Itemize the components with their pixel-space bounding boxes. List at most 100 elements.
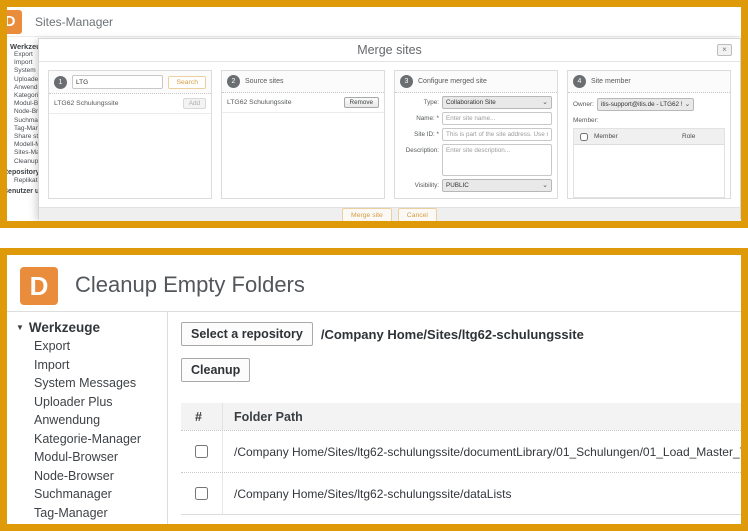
sidebar-item-uploader-plus[interactable]: Uploader Plus <box>7 393 167 412</box>
description-label: Description: <box>398 144 442 154</box>
sidebar-item-node-browser[interactable]: Node-Browser <box>7 467 167 486</box>
source-site-row: LTG62 Schulungssite Remove <box>222 93 384 113</box>
cleanup-main: Select a repository /Company Home/Sites/… <box>168 312 741 524</box>
search-result-label: LTG62 Schulungssite <box>54 100 118 107</box>
sites-manager-window: D Sites-Manager Werkzeuge Export Import … <box>0 0 748 228</box>
sites-manager-header: D Sites-Manager <box>7 7 741 37</box>
configure-site-panel: 3 Configure merged site Type: Collaborat… <box>394 70 558 199</box>
type-select-value: Collaboration Site <box>446 99 496 106</box>
cancel-button[interactable]: Cancel <box>398 208 437 221</box>
select-all-checkbox-cell <box>574 133 594 141</box>
sidebar-item-suchmanager[interactable]: Suchmanager <box>7 485 167 504</box>
repository-path: /Company Home/Sites/ltg62-schulungssite <box>321 327 584 342</box>
search-panel-header: 1 Search <box>49 71 211 94</box>
row-checkbox-cell <box>181 431 223 472</box>
visibility-select-value: PUBLIC <box>446 182 469 189</box>
dialog-footer: Merge site Cancel <box>39 207 740 221</box>
site-id-field-row: Site ID: * <box>398 128 552 141</box>
hash-column-header: # <box>181 403 223 430</box>
name-label: Name: * <box>398 112 442 122</box>
site-member-panel: 4 Site member Owner: itis-support@itis.d… <box>567 70 731 199</box>
page-title: Cleanup Empty Folders <box>75 272 305 298</box>
close-icon[interactable]: × <box>717 44 732 56</box>
select-repository-button[interactable]: Select a repository <box>181 322 313 346</box>
row-checkbox[interactable] <box>195 487 208 500</box>
site-id-label: Site ID: * <box>398 128 442 138</box>
configure-site-label: Configure merged site <box>418 78 487 85</box>
row-checkbox-cell <box>181 473 223 514</box>
folder-path-cell: /Company Home/Sites/ltg62-schulungssite/… <box>223 487 741 501</box>
member-table-body <box>574 145 724 197</box>
sidebar-item-kategorie-manager[interactable]: Kategorie-Manager <box>7 430 167 449</box>
dialog-title-bar: Merge sites × <box>39 39 740 62</box>
site-id-input[interactable] <box>442 128 552 141</box>
select-all-checkbox[interactable] <box>580 133 588 141</box>
cleanup-button[interactable]: Cleanup <box>181 358 250 382</box>
visibility-label: Visibility: <box>398 179 442 189</box>
member-list-label: Member: <box>573 117 725 124</box>
step-3-badge: 3 <box>400 75 413 88</box>
app-logo: D <box>7 10 22 34</box>
sidebar-item-modul-browser[interactable]: Modul-Browser <box>7 448 167 467</box>
owner-select[interactable]: itis-support@itis.de - LTG62 ! ⌄ <box>597 98 694 111</box>
merge-site-button[interactable]: Merge site <box>342 208 392 221</box>
owner-label: Owner: <box>573 101 594 108</box>
description-field-row: Description: <box>398 144 552 176</box>
chevron-down-icon: ⌄ <box>542 97 548 108</box>
add-button[interactable]: Add <box>183 98 206 109</box>
site-member-header: 4 Site member <box>568 71 730 93</box>
sidebar-item-export[interactable]: Export <box>7 337 167 356</box>
source-sites-label: Source sites <box>245 78 284 85</box>
site-name-input[interactable] <box>442 112 552 125</box>
folder-path-cell: /Company Home/Sites/ltg62-schulungssite/… <box>223 445 741 459</box>
page-title: Sites-Manager <box>35 15 113 29</box>
visibility-field-row: Visibility: PUBLIC ⌄ <box>398 179 552 192</box>
type-field-row: Type: Collaboration Site ⌄ <box>398 96 552 109</box>
configure-site-header: 3 Configure merged site <box>395 71 557 93</box>
site-search-input[interactable] <box>72 75 163 89</box>
search-result-row: LTG62 Schulungssite Add <box>49 94 211 114</box>
visibility-select[interactable]: PUBLIC ⌄ <box>442 179 552 192</box>
dialog-title: Merge sites <box>357 43 422 57</box>
sidebar-item-anwendung[interactable]: Anwendung <box>7 411 167 430</box>
cleanup-button-row: Cleanup <box>181 358 741 382</box>
role-column-header: Role <box>682 133 724 140</box>
site-description-input[interactable] <box>442 144 552 176</box>
remove-button[interactable]: Remove <box>344 97 379 108</box>
chevron-down-icon: ⌄ <box>684 99 690 110</box>
step-4-badge: 4 <box>573 75 586 88</box>
step-1-badge: 1 <box>54 76 67 89</box>
table-row: /Company Home/Sites/ltg62-schulungssite/… <box>181 472 741 514</box>
search-sites-panel: 1 Search LTG62 Schulungssite Add <box>48 70 212 199</box>
folder-table-header: # Folder Path <box>181 403 741 430</box>
owner-select-value: itis-support@itis.de - LTG62 ! <box>601 101 683 108</box>
sidebar-group-werkzeuge[interactable]: ▼ Werkzeuge <box>7 317 167 337</box>
source-site-label: LTG62 Schulungssite <box>227 99 291 106</box>
source-sites-panel: 2 Source sites LTG62 Schulungssite Remov… <box>221 70 385 199</box>
row-checkbox[interactable] <box>195 445 208 458</box>
collapse-arrow-icon: ▼ <box>16 323 24 332</box>
app-logo: D <box>20 267 58 305</box>
owner-field-row: Owner: itis-support@itis.de - LTG62 ! ⌄ <box>573 98 725 111</box>
sidebar-item-tag-manager[interactable]: Tag-Manager <box>7 504 167 523</box>
cleanup-empty-folders-window: D Cleanup Empty Folders ▼ Werkzeuge Expo… <box>0 248 748 531</box>
table-row: /Company Home/Sites/ltg62-schulungssite/… <box>181 430 741 472</box>
cleanup-header: D Cleanup Empty Folders <box>7 255 741 312</box>
type-label: Type: <box>398 96 442 106</box>
site-member-label: Site member <box>591 78 631 85</box>
sidebar-group-label: Werkzeuge <box>29 320 100 335</box>
member-table-header: Member Role <box>574 129 724 145</box>
repository-row: Select a repository /Company Home/Sites/… <box>181 322 741 346</box>
sidebar-item-system-messages[interactable]: System Messages <box>7 374 167 393</box>
tools-sidebar: ▼ Werkzeuge Export Import System Message… <box>7 312 168 524</box>
dialog-body: 1 Search LTG62 Schulungssite Add 2 Sourc… <box>39 62 740 207</box>
type-select[interactable]: Collaboration Site ⌄ <box>442 96 552 109</box>
chevron-down-icon: ⌄ <box>542 180 548 191</box>
name-field-row: Name: * <box>398 112 552 125</box>
search-button[interactable]: Search <box>168 76 206 89</box>
step-2-badge: 2 <box>227 75 240 88</box>
folder-table: # Folder Path /Company Home/Sites/ltg62-… <box>181 403 741 515</box>
member-column-header: Member <box>594 133 682 140</box>
sidebar-item-import[interactable]: Import <box>7 356 167 375</box>
window-gap <box>0 228 748 248</box>
